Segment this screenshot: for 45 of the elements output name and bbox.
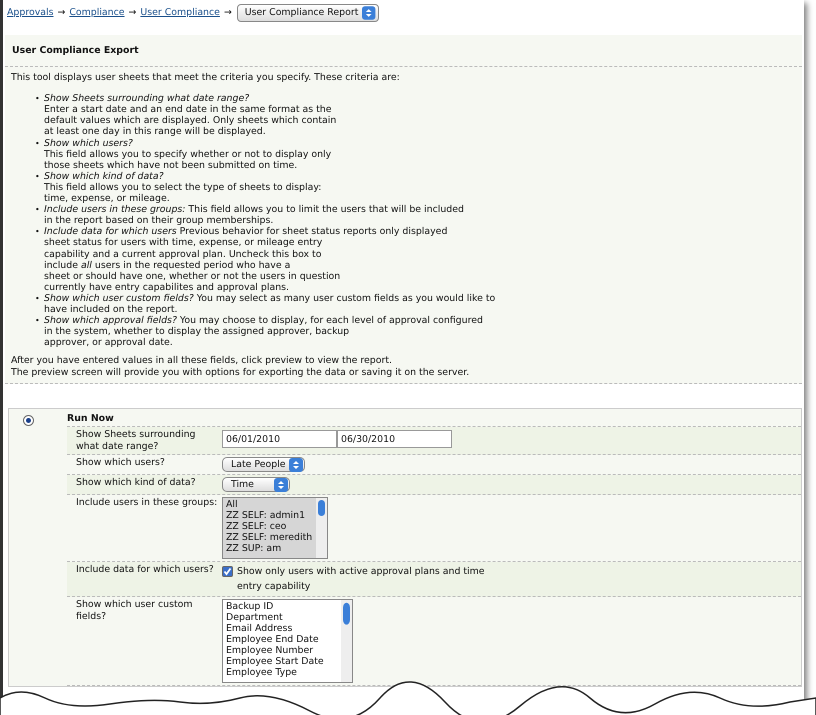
checkbox-label: Show only users with active approval plans and time entry capability — [237, 565, 486, 594]
field-label: Show which user custom fields? — [76, 599, 194, 624]
dropdown-arrows-icon — [362, 6, 376, 20]
criteria-item: Show which users? This field allows you to specify whether or not to display only those sheets which have not been submitted on time. — [44, 138, 332, 171]
dropdown-arrows-icon — [274, 478, 288, 492]
dropdown[interactable]: Time — [222, 477, 290, 492]
start-date-field[interactable]: 06/01/2010 — [222, 430, 337, 448]
breadcrumb-link[interactable]: Approvals — [7, 7, 54, 19]
dropdown[interactable]: Late People — [222, 457, 305, 472]
criteria-item: Show which kind of data? This field allows you to select the type of sheets to display: time, expense, or mileage. — [44, 170, 322, 204]
breadcrumb-link[interactable]: Compliance — [69, 7, 125, 19]
end-date-field[interactable]: 06/30/2010 — [337, 430, 452, 448]
bullet: • — [35, 138, 41, 150]
bullet: • — [35, 292, 41, 305]
list-box[interactable]: All ZZ SELF: admin1 ZZ SELF: ceo ZZ SELF: meredith ZZ SUP: am — [222, 497, 328, 560]
report-select[interactable]: User Compliance Report — [236, 4, 379, 22]
dropdown-arrows-icon — [289, 458, 303, 472]
breadcrumb-separator: → — [224, 7, 232, 19]
scrollbar[interactable] — [316, 498, 328, 558]
breadcrumb-link[interactable]: User Compliance — [140, 7, 220, 19]
field-label: Include data for which users? — [76, 564, 215, 578]
breadcrumb-separator: → — [128, 7, 136, 19]
field-label: Include users in these groups: — [76, 497, 218, 510]
bullet: • — [35, 315, 41, 328]
criteria-item: Show which approval fields? You may choose to display, for each level of approval configured in the system, whether to display the assigned approver, backup approver, or approval date. — [44, 315, 483, 348]
scrollbar[interactable] — [341, 600, 352, 682]
criteria-item: Show Sheets surrounding what date range? Enter a start date and an end date in the same format as the default values which are displayed. Only sheets which contain at least one day in this range will be displayed. — [44, 93, 336, 138]
bullet: • — [35, 204, 41, 216]
outro-text: After you have entered values in all these fields, click preview to view the report. The preview screen will provide you with options for exporting the data or saving it on the server. — [10, 355, 470, 380]
criteria-item: Include users in these groups: This field allows you to limit the users that will be included in the report based on their group memberships. — [44, 204, 464, 226]
bullet: • — [35, 226, 41, 238]
criteria-item: Show which user custom fields? You may select as many user custom fields as you would like to have included on the report. — [44, 292, 496, 316]
bullet: • — [35, 170, 41, 183]
intro-text: This tool displays user sheets that meet the criteria you specify. These criteria are: — [10, 70, 401, 84]
checkbox[interactable] — [222, 566, 233, 578]
criteria-item: Include data for which users Previous behavior for sheet status reports only displayed sheet status for users with time, expense, or mileage entry capability and a current approval plan. Uncheck this box to include all users in the requested period who have a sheet or should have one, whether or not the users in question currently have entry capabilites and approval plans. — [44, 226, 448, 293]
list-option[interactable]: ZZ SELF: meredith — [226, 532, 312, 544]
field-label: Show which kind of data? — [76, 477, 197, 490]
bullet: • — [35, 93, 41, 106]
breadcrumb-separator: → — [57, 7, 66, 19]
section-title: User Compliance Export — [5, 35, 802, 67]
list-box[interactable]: Backup ID Department Email Address Employee End Date Employee Number Employee Start Date Employee Type — [222, 599, 353, 684]
field-label: Show which users? — [76, 457, 166, 470]
run-now-radio[interactable] — [23, 414, 34, 426]
field-label: Show Sheets surrounding what date range? — [76, 429, 196, 452]
